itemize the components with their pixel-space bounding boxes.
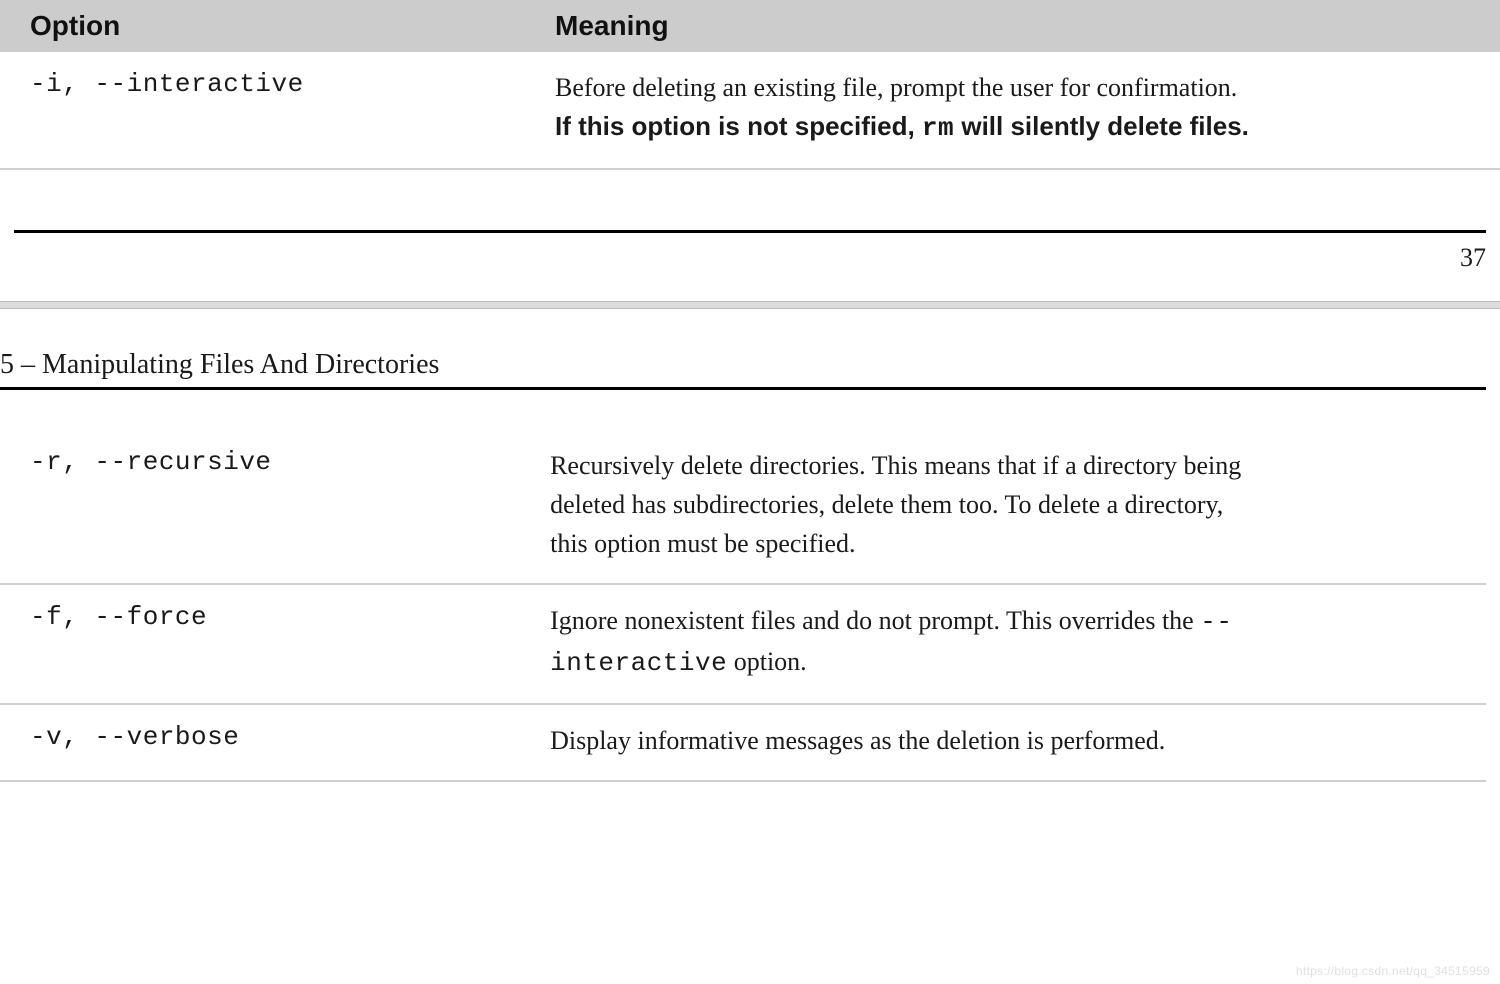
option-flag-interactive: -i, --interactive [30, 69, 304, 99]
table-row: -i, --interactive Before deleting an exi… [0, 52, 1500, 169]
meaning-text-pre: Ignore nonexistent files and do not prom… [550, 606, 1200, 635]
meaning-bold-post: will silently delete files. [954, 111, 1249, 141]
meaning-bold-pre: If this option is not specified, [555, 111, 922, 141]
option-flag-recursive: -r, --recursive [30, 447, 272, 477]
option-flag-verbose: -v, --verbose [30, 722, 239, 752]
watermark: https://blog.csdn.net/qq_34515959 [1296, 964, 1490, 978]
meaning-text: Before deleting an existing file, prompt… [555, 73, 1237, 102]
table-row: -f, --force Ignore nonexistent files and… [0, 584, 1486, 704]
table-header-row: Option Meaning [0, 0, 1500, 52]
page-number: 37 [0, 233, 1500, 283]
option-meaning: Before deleting an existing file, prompt… [555, 68, 1255, 148]
option-flag-force: -f, --force [30, 602, 207, 632]
table-row: -v, --verbose Display informative messag… [0, 704, 1486, 781]
option-meaning: Ignore nonexistent files and do not prom… [550, 601, 1250, 683]
page-divider [0, 301, 1500, 309]
meaning-text-post: option. [727, 647, 806, 676]
meaning-bold-code: rm [922, 113, 954, 143]
option-meaning: Display informative messages as the dele… [550, 721, 1250, 760]
header-meaning: Meaning [525, 0, 1500, 52]
chapter-title: 5 – Manipulating Files And Directories [0, 349, 1486, 390]
option-meaning: Recursively delete directories. This mea… [550, 446, 1250, 563]
options-table-top: Option Meaning -i, --interactive Before … [0, 0, 1500, 170]
options-table-bottom: -r, --recursive Recursively delete direc… [0, 430, 1486, 782]
table-row: -r, --recursive Recursively delete direc… [0, 430, 1486, 584]
header-option: Option [0, 0, 525, 52]
